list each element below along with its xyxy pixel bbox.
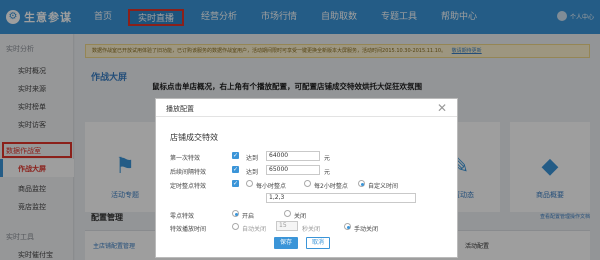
duration-manual-radio[interactable] bbox=[344, 223, 351, 230]
interval-effect-reach: 达到 bbox=[246, 169, 259, 176]
first-effect-unit: 元 bbox=[324, 155, 331, 162]
instruction-caption: 鼠标点击单店概况，右上角有个播放配置，可配置店铺成交特效烘托大促狂欢氛围 bbox=[152, 82, 422, 91]
timer-custom-label: 自定义时间 bbox=[368, 183, 399, 190]
zero-off-label: 关闭 bbox=[294, 213, 307, 220]
dialog-title: 播放配置 bbox=[166, 105, 194, 113]
duration-unit-label: 秒关闭 bbox=[302, 226, 321, 233]
close-icon[interactable]: ✕ bbox=[437, 101, 447, 115]
first-effect-amount[interactable]: 64000 bbox=[266, 151, 320, 161]
timer-custom-radio[interactable] bbox=[358, 180, 365, 187]
first-effect-checkbox[interactable]: ✓ bbox=[232, 152, 239, 159]
interval-effect-label: 后续间隔特效 bbox=[170, 169, 207, 176]
timer-custom-input[interactable]: 1,2,3 bbox=[266, 193, 416, 203]
first-effect-label: 第一次特效 bbox=[170, 155, 201, 162]
interval-effect-unit: 元 bbox=[324, 169, 331, 176]
timer-hourly-label: 每小时整点 bbox=[256, 183, 287, 190]
timer-hourly-radio[interactable] bbox=[246, 180, 253, 187]
timer-2hour-label: 每2小时整点 bbox=[314, 183, 348, 190]
cancel-button[interactable]: 取消 bbox=[306, 237, 330, 249]
duration-auto-radio[interactable] bbox=[232, 223, 239, 230]
duration-auto-label: 自动关闭 bbox=[242, 226, 267, 233]
zero-off-radio[interactable] bbox=[284, 210, 291, 217]
duration-manual-label: 手动关闭 bbox=[354, 226, 379, 233]
duration-seconds-input[interactable]: 15 bbox=[276, 221, 298, 231]
duration-label: 特效播放时间 bbox=[170, 226, 207, 233]
zero-on-radio[interactable] bbox=[232, 210, 239, 217]
zero-on-label: 开启 bbox=[242, 213, 255, 220]
first-effect-reach: 达到 bbox=[246, 155, 259, 162]
timer-effect-label: 定时整点特效 bbox=[170, 183, 207, 190]
save-button[interactable]: 保存 bbox=[274, 237, 298, 249]
interval-effect-checkbox[interactable]: ✓ bbox=[232, 166, 239, 173]
zero-effect-label: 零点特效 bbox=[170, 213, 195, 220]
dialog-subtitle: 店铺成交特效 bbox=[170, 133, 218, 142]
timer-2hour-radio[interactable] bbox=[304, 180, 311, 187]
timer-effect-checkbox[interactable]: ✓ bbox=[232, 180, 239, 187]
play-config-dialog: 播放配置 ✕ 店铺成交特效 第一次特效 ✓ 达到 64000 元 后续间隔特效 … bbox=[155, 98, 458, 258]
dialog-header: 播放配置 ✕ bbox=[156, 99, 457, 117]
interval-effect-amount[interactable]: 65000 bbox=[266, 165, 320, 175]
